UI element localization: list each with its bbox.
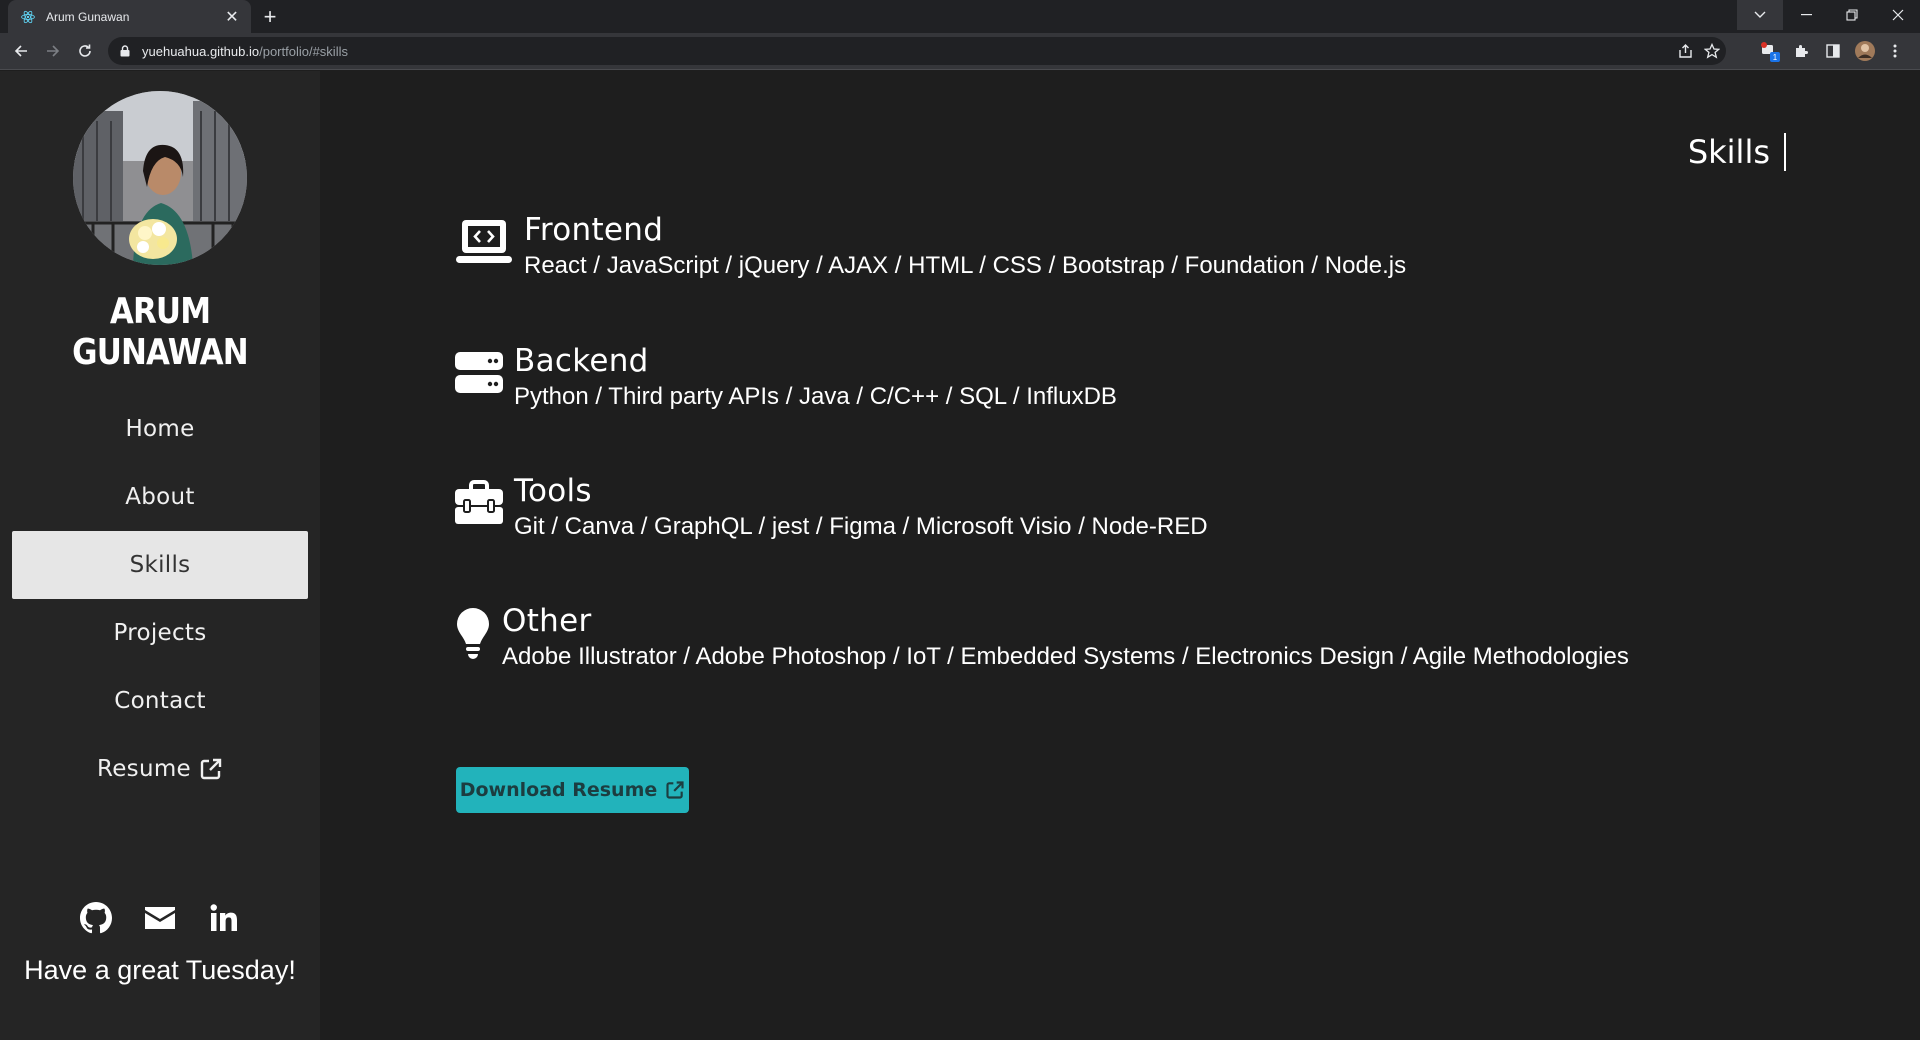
toolbox-icon (454, 473, 504, 533)
browser-menu-icon[interactable] (1884, 38, 1906, 64)
nav-resume-label: Resume (96, 756, 191, 782)
external-link-icon (665, 780, 685, 800)
download-resume-label: Download Resume (459, 779, 658, 801)
skill-group-tools: Tools Git / Canva / GraphQL / jest / Fig… (454, 473, 1208, 543)
external-link-icon (199, 757, 223, 781)
lock-icon[interactable] (118, 44, 132, 58)
skill-name: Other (502, 603, 592, 639)
browser-tab-strip: Arum Gunawan ✕ + (0, 0, 1920, 33)
share-icon[interactable] (1672, 37, 1700, 65)
address-bar[interactable]: yuehuahua.github.io/portfolio/#skills (108, 37, 1726, 65)
skill-group-other: Other Adobe Illustrator / Adobe Photosho… (454, 603, 1629, 673)
envelope-icon[interactable] (143, 901, 177, 935)
browser-toolbar: yuehuahua.github.io/portfolio/#skills 1 (0, 33, 1920, 70)
extension-alert-icon[interactable]: 1 (1756, 38, 1784, 64)
site-owner-name[interactable]: ARUM GUNAWAN (22, 291, 297, 373)
forward-button[interactable] (40, 38, 66, 64)
linkedin-icon[interactable] (207, 901, 241, 935)
server-icon (454, 343, 504, 403)
window-close-button[interactable] (1875, 0, 1920, 30)
nav-contact[interactable]: Contact (12, 667, 308, 735)
github-icon[interactable] (79, 901, 113, 935)
skill-name: Frontend (524, 212, 664, 248)
page-content: ARUM GUNAWAN Home About Skills Projects … (0, 71, 1920, 1040)
profile-photo (73, 91, 247, 265)
lightbulb-icon (454, 603, 492, 663)
skill-list: React / JavaScript / jQuery / AJAX / HTM… (524, 252, 1407, 279)
skill-list: Git / Canva / GraphQL / jest / Figma / M… (514, 513, 1208, 540)
tab-title: Arum Gunawan (46, 9, 130, 24)
tab-close-icon[interactable]: ✕ (223, 8, 241, 26)
sidebar: ARUM GUNAWAN Home About Skills Projects … (0, 71, 320, 1040)
sidebar-nav: Home About Skills Projects Contact Resum… (12, 395, 308, 803)
nav-projects[interactable]: Projects (12, 599, 308, 667)
url-text: yuehuahua.github.io/portfolio/#skills (142, 43, 348, 59)
skill-group-frontend: Frontend React / JavaScript / jQuery / A… (454, 212, 1406, 282)
back-button[interactable] (8, 38, 34, 64)
skill-list: Adobe Illustrator / Adobe Photoshop / Io… (502, 643, 1629, 670)
reload-button[interactable] (72, 38, 98, 64)
tab-search-button[interactable] (1737, 0, 1783, 30)
download-resume-button[interactable]: Download Resume (456, 767, 689, 813)
skill-group-backend: Backend Python / Third party APIs / Java… (454, 343, 1117, 413)
window-minimize-button[interactable] (1783, 0, 1829, 30)
social-links (0, 901, 320, 935)
skills-section: Skills Frontend React / JavaScript / jQu… (320, 71, 1920, 1040)
puzzle-extensions-icon[interactable] (1787, 38, 1815, 64)
laptop-code-icon (454, 212, 514, 272)
nav-skills[interactable]: Skills (12, 531, 308, 599)
svg-text:1: 1 (1773, 53, 1778, 62)
browser-tab[interactable]: Arum Gunawan ✕ (8, 0, 251, 33)
bookmark-star-icon[interactable] (1698, 37, 1726, 65)
nav-about[interactable]: About (12, 463, 308, 531)
page-title: Skills (1688, 133, 1786, 171)
window-restore-button[interactable] (1829, 0, 1875, 30)
skill-name: Backend (514, 343, 649, 379)
nav-resume[interactable]: Resume (12, 735, 308, 803)
react-favicon-icon (20, 9, 36, 25)
skill-name: Tools (514, 473, 592, 509)
nav-home[interactable]: Home (12, 395, 308, 463)
greeting-text: Have a great Tuesday! (24, 955, 296, 985)
profile-avatar-icon[interactable] (1851, 38, 1879, 64)
side-panel-icon[interactable] (1819, 38, 1847, 64)
skill-list: Python / Third party APIs / Java / C/C++… (514, 383, 1117, 410)
new-tab-button[interactable]: + (258, 4, 282, 29)
